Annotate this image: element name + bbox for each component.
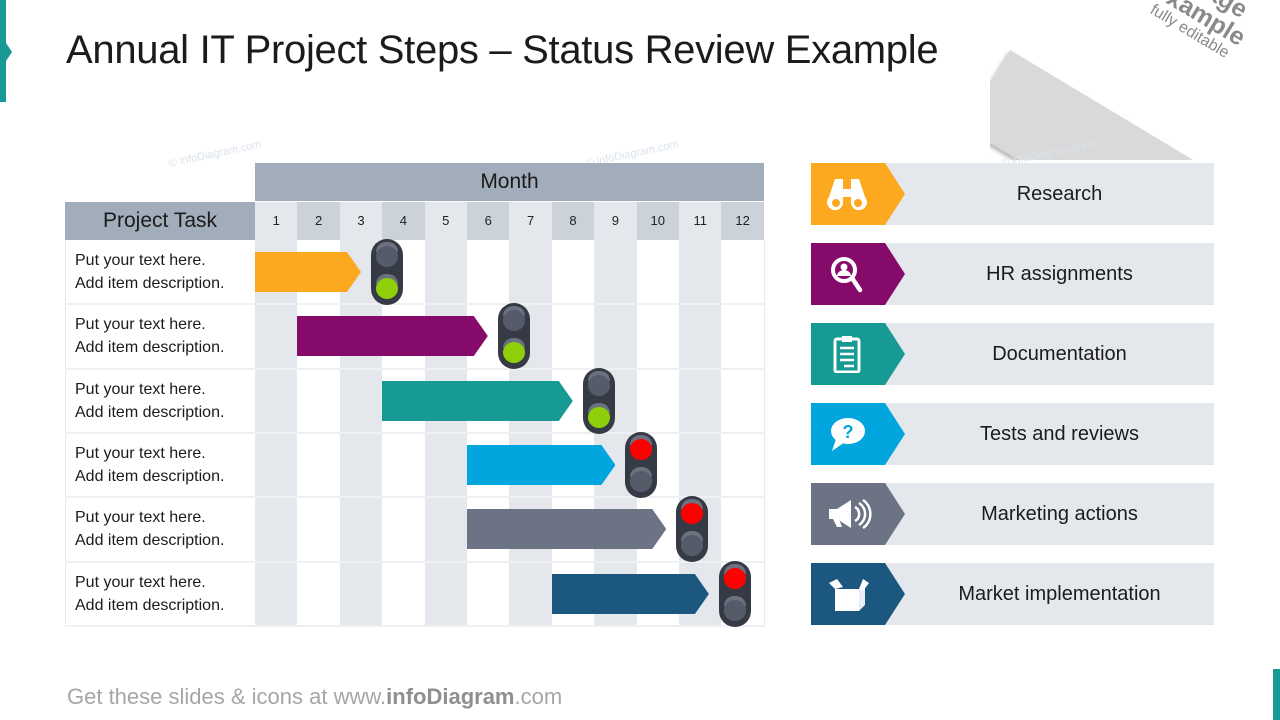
task-description: Put your text here. Add item description. bbox=[75, 249, 253, 295]
footer-brand: infoDiagram bbox=[386, 684, 515, 709]
task-description: Put your text here. Add item description. bbox=[75, 378, 253, 424]
month-cell: 8 bbox=[551, 202, 595, 240]
megaphone-icon bbox=[827, 495, 872, 533]
binoculars-icon bbox=[827, 175, 867, 213]
task-title: Put your text here. bbox=[75, 316, 206, 334]
legend-chevron bbox=[811, 563, 905, 625]
month-cell: 10 bbox=[636, 202, 679, 240]
task-title: Put your text here. bbox=[75, 252, 206, 269]
traffic-light-lamp bbox=[503, 306, 526, 332]
gantt-bar bbox=[467, 509, 667, 550]
traffic-light-icon bbox=[583, 367, 615, 434]
footer-prefix: Get these slides & icons at www. bbox=[67, 684, 387, 709]
task-description: Put your text here. Add item description. bbox=[75, 571, 253, 617]
row-divider bbox=[65, 431, 765, 434]
footer-suffix: .com bbox=[514, 684, 563, 709]
row-divider bbox=[65, 303, 765, 306]
ribbon-band bbox=[990, 50, 1280, 160]
legend-chevron bbox=[811, 483, 905, 545]
task-description: Put your text here. Add item description. bbox=[75, 442, 253, 488]
legend-chevron: ? bbox=[811, 403, 905, 465]
month-cell: 9 bbox=[594, 202, 637, 240]
row-divider bbox=[65, 560, 765, 563]
legend-label: Research bbox=[1016, 183, 1103, 205]
traffic-light-icon bbox=[718, 560, 751, 627]
svg-text:?: ? bbox=[843, 422, 854, 442]
clipboard-icon bbox=[827, 335, 867, 374]
traffic-light-lamp bbox=[681, 499, 704, 525]
task-subtitle: Add item description. bbox=[75, 532, 225, 550]
row-divider bbox=[65, 367, 765, 370]
footer: Get these slides & icons at www.infoDiag… bbox=[67, 684, 562, 710]
legend-chevron bbox=[811, 323, 905, 385]
row-divider bbox=[65, 496, 765, 499]
left-accent-tip bbox=[6, 43, 12, 61]
traffic-light-icon bbox=[676, 496, 709, 563]
gantt-chart: Month Project Task 1 2 3 4 5 6 7 8 9 10 11 12 Put yo… bbox=[65, 163, 765, 627]
legend-item: HR assignments bbox=[811, 243, 1214, 305]
gantt-bar bbox=[297, 316, 489, 357]
task-title: Put your text here. bbox=[75, 509, 206, 527]
traffic-light-lamp bbox=[588, 402, 610, 428]
month-cell: 2 bbox=[297, 202, 340, 240]
right-accent-bar bbox=[1273, 669, 1280, 720]
search-person-icon bbox=[827, 255, 867, 293]
task-title: Put your text here. bbox=[75, 573, 206, 591]
gantt-bar bbox=[467, 444, 616, 485]
traffic-light-lamp bbox=[723, 563, 746, 589]
legend-item: Market implementation bbox=[811, 563, 1214, 625]
traffic-light-icon bbox=[498, 303, 531, 370]
page-title: Annual IT Project Steps – Status Review … bbox=[66, 28, 939, 72]
task-subtitle: Add item description. bbox=[75, 403, 225, 421]
task-subtitle: Add item description. bbox=[75, 596, 225, 614]
task-description: Put your text here. Add item description. bbox=[75, 506, 253, 552]
traffic-light-lamp bbox=[588, 370, 610, 396]
legend-item: Research bbox=[811, 163, 1214, 225]
traffic-light-lamp bbox=[376, 274, 398, 299]
legend-label: Marketing actions bbox=[981, 503, 1138, 525]
month-cell: 7 bbox=[509, 202, 552, 240]
legend-item: ? Tests and reviews bbox=[811, 403, 1214, 465]
task-title: Put your text here. bbox=[75, 444, 206, 462]
task-subtitle: Add item description. bbox=[75, 339, 225, 357]
legend-item: Documentation bbox=[811, 323, 1214, 385]
traffic-light-lamp bbox=[503, 338, 526, 364]
legend-label: HR assignments bbox=[986, 263, 1133, 285]
legend-label: Tests and reviews bbox=[980, 423, 1139, 445]
legend-chevron bbox=[811, 243, 905, 305]
traffic-light-lamp bbox=[723, 595, 746, 621]
traffic-light-lamp bbox=[630, 466, 653, 492]
task-subtitle: Add item description. bbox=[75, 467, 225, 485]
legend-chevron bbox=[811, 163, 905, 225]
open-box-icon bbox=[827, 575, 869, 613]
task-title: Put your text here. bbox=[75, 380, 206, 398]
month-cell: 3 bbox=[339, 202, 383, 240]
month-cell: 4 bbox=[382, 202, 425, 240]
month-cell: 5 bbox=[424, 202, 467, 240]
legend-label: Market implementation bbox=[958, 583, 1161, 605]
traffic-light-lamp bbox=[630, 434, 653, 460]
traffic-light-icon bbox=[625, 431, 658, 498]
month-header: Month bbox=[255, 163, 764, 201]
gantt-bar bbox=[551, 573, 709, 614]
traffic-light-lamp bbox=[376, 242, 398, 267]
usage-example-ribbon: Usage example fully editable bbox=[990, 0, 1280, 160]
task-subtitle: Add item description. bbox=[75, 275, 225, 292]
traffic-light-lamp bbox=[681, 531, 704, 557]
month-cell: 6 bbox=[467, 202, 510, 240]
gantt-bar bbox=[382, 380, 573, 421]
project-task-header: Project Task bbox=[65, 202, 255, 240]
month-cell: 12 bbox=[721, 202, 764, 240]
row-divider bbox=[65, 624, 765, 627]
question-bubble-icon: ? bbox=[827, 415, 867, 453]
legend-item: Marketing actions bbox=[811, 483, 1214, 545]
task-description: Put your text here. Add item description. bbox=[75, 313, 253, 359]
legend-label: Documentation bbox=[992, 343, 1127, 365]
gantt-bar bbox=[255, 252, 361, 292]
month-cell: 1 bbox=[255, 202, 298, 240]
traffic-light-icon bbox=[371, 239, 403, 305]
month-cell: 11 bbox=[679, 202, 722, 240]
ribbon-text: Usage example fully editable bbox=[1142, 0, 1262, 65]
